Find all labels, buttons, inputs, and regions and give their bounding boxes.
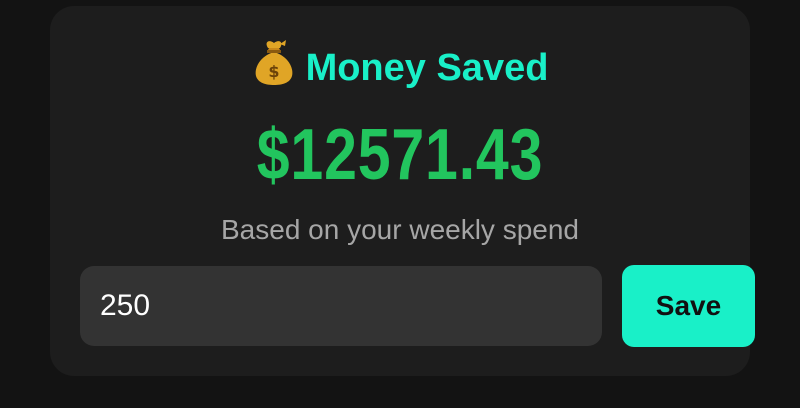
card-title-label: Money Saved [305, 47, 549, 89]
money-bag-icon: $ [252, 38, 296, 96]
money-saved-card: $ Money Saved $12571.43 Based on your we… [50, 6, 755, 376]
weekly-spend-input[interactable] [80, 266, 602, 346]
money-saved-amount: $12571.43 [256, 115, 544, 195]
card-title: $ Money Saved [50, 38, 750, 96]
svg-text:$: $ [268, 62, 279, 81]
save-button[interactable]: Save [622, 265, 755, 347]
card-subtitle: Based on your weekly spend [221, 214, 579, 245]
